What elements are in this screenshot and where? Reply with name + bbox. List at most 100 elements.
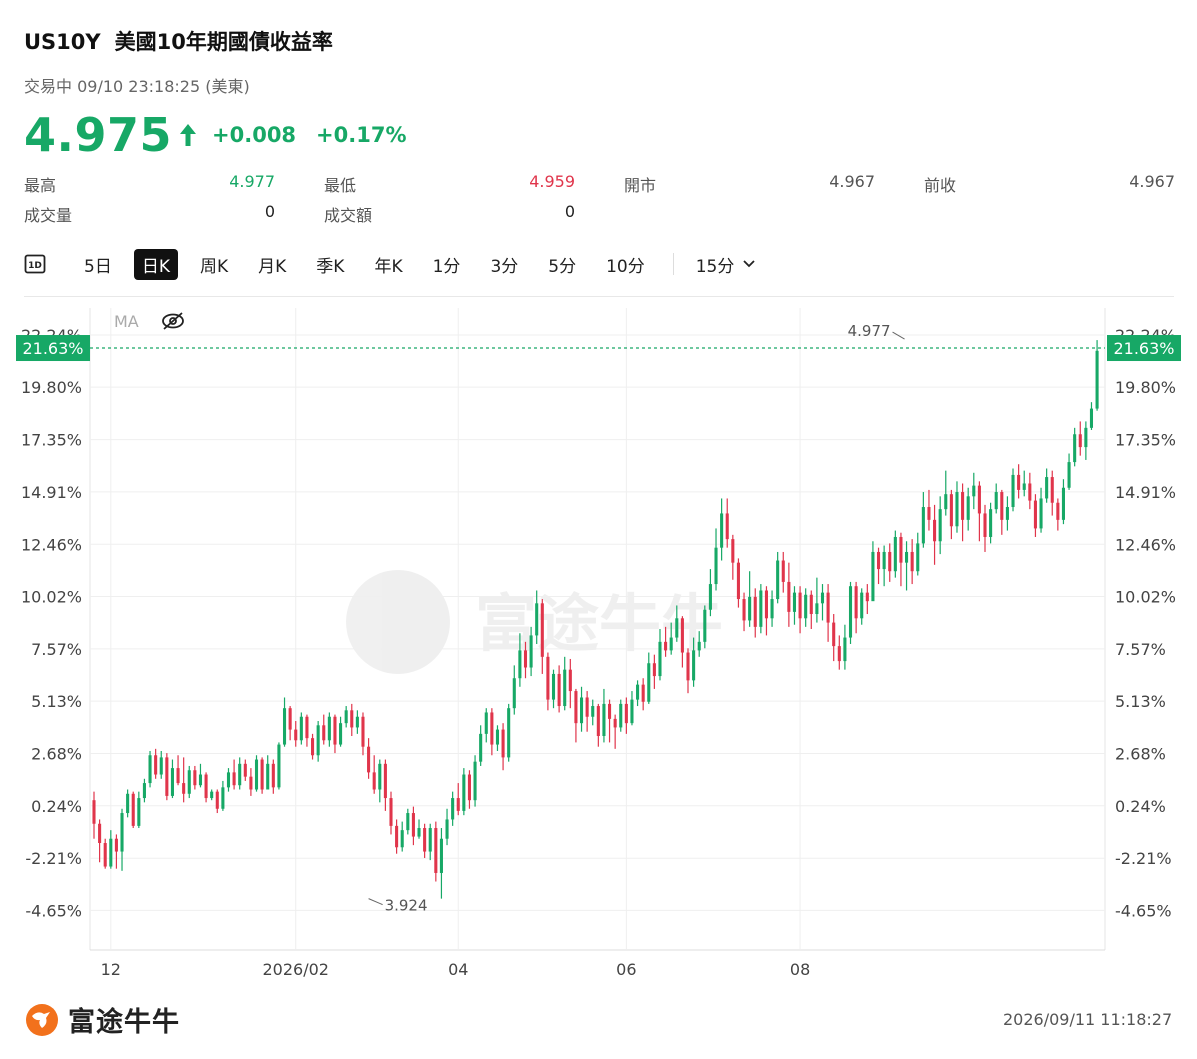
- tab-5d[interactable]: 5日: [76, 249, 120, 280]
- candle-body: [428, 828, 432, 852]
- candle-body: [972, 485, 976, 497]
- candle-body: [226, 772, 231, 788]
- stat-turnover-value: 0: [564, 202, 575, 221]
- chevron-down-icon: [743, 260, 756, 268]
- candle-body: [927, 507, 931, 520]
- tab-week-k[interactable]: 周K: [192, 249, 236, 280]
- candle-body: [529, 635, 533, 668]
- candle-body: [546, 656, 550, 700]
- y-tick-label-right: 14.91%: [1115, 483, 1176, 502]
- candle-body: [288, 708, 292, 730]
- candle-body: [344, 710, 348, 724]
- candle-body: [955, 492, 959, 527]
- instrument-name: 美國10年期國債收益率: [114, 30, 333, 54]
- candle-body: [311, 738, 315, 756]
- eye-slash-icon[interactable]: [160, 310, 186, 332]
- candle-body: [518, 650, 522, 679]
- candle-body: [837, 646, 841, 662]
- stat-high-label: 最高: [24, 176, 57, 195]
- futu-logo-icon: [26, 1003, 58, 1036]
- candle-body: [860, 592, 864, 619]
- candle-body: [484, 712, 488, 734]
- candle-body: [1033, 500, 1037, 529]
- candle-body: [126, 793, 130, 814]
- tab-15min-dropdown[interactable]: 15分: [688, 249, 765, 280]
- arrow-up-icon: [180, 124, 197, 146]
- candle-body: [439, 838, 443, 873]
- tab-month-k[interactable]: 月K: [250, 249, 294, 280]
- x-tick-label: 06: [616, 960, 636, 979]
- tab-day-k[interactable]: 日K: [133, 248, 178, 280]
- tab-year-k[interactable]: 年K: [366, 249, 410, 280]
- tab-quarter-k[interactable]: 季K: [308, 249, 352, 280]
- candle-body: [249, 776, 253, 790]
- candle-body: [585, 697, 589, 717]
- candle-body: [792, 592, 797, 612]
- candle-body: [490, 712, 494, 745]
- candle-body: [299, 716, 303, 741]
- y-tick-label-left: 2.68%: [31, 745, 82, 764]
- candle-body: [731, 539, 735, 563]
- candle-body: [204, 774, 208, 799]
- candle-body: [277, 744, 281, 788]
- candle-body: [613, 718, 617, 728]
- tab-10min[interactable]: 10分: [598, 249, 653, 280]
- candle-body: [260, 759, 264, 790]
- candle-body: [1028, 483, 1032, 501]
- candle-body: [445, 819, 449, 839]
- intraday-1d-label: 1D: [28, 261, 42, 271]
- last-price: 4.975: [24, 108, 173, 162]
- candle-body: [848, 586, 853, 638]
- candle-body: [1000, 492, 1004, 520]
- candle-body: [92, 800, 96, 824]
- tab-5min[interactable]: 5分: [540, 249, 584, 280]
- y-tick-label-right: 19.80%: [1115, 378, 1176, 397]
- candle-body: [770, 599, 774, 619]
- y-tick-label-right: 12.46%: [1115, 535, 1176, 554]
- stat-volume-label: 成交量: [24, 206, 73, 225]
- indicator-ma-label[interactable]: MA: [114, 312, 139, 331]
- candle-body: [266, 763, 270, 790]
- candle-body: [843, 637, 847, 662]
- candle-body: [636, 684, 640, 700]
- candle-body: [327, 716, 331, 741]
- candle-body: [1022, 483, 1026, 490]
- intraday-1d-icon[interactable]: 1D: [24, 253, 46, 275]
- candle-body: [989, 509, 993, 537]
- candle-body: [916, 543, 920, 572]
- tab-1min[interactable]: 1分: [425, 249, 469, 280]
- candle-body: [826, 592, 830, 623]
- annotation-leader: [368, 898, 383, 906]
- y-tick-label-right: 2.68%: [1115, 745, 1166, 764]
- candle-body: [456, 798, 460, 811]
- candlestick-chart[interactable]: 富途牛牛 22.24%22.24%19.80%19.80%17.35%17.35…: [0, 300, 1197, 990]
- candle-body: [137, 798, 141, 826]
- candle-body: [451, 798, 455, 820]
- candle-body: [243, 763, 247, 777]
- candle-body: [400, 830, 404, 848]
- price-row: 4.975 +0.008 +0.17%: [24, 108, 427, 162]
- candle-body: [921, 507, 925, 544]
- candle-body: [1039, 498, 1043, 529]
- tab-3min[interactable]: 3分: [482, 249, 526, 280]
- candle-body: [176, 768, 180, 784]
- candle-body: [983, 513, 987, 537]
- candle-body: [411, 813, 415, 837]
- candle-body: [944, 494, 948, 510]
- candle-body: [899, 536, 903, 563]
- stat-turnover-label: 成交額: [324, 206, 373, 225]
- candle-body: [316, 725, 320, 756]
- candle-body: [557, 673, 561, 707]
- candle-body: [271, 763, 275, 788]
- stat-high-value: 4.977: [229, 172, 275, 191]
- candle-body: [961, 492, 965, 520]
- candle-body: [938, 509, 942, 542]
- candle-body: [781, 560, 785, 582]
- stat-low-label: 最低: [324, 176, 357, 195]
- y-tick-label-left: 10.02%: [21, 587, 82, 606]
- y-tick-label-right: 10.02%: [1115, 587, 1176, 606]
- candle-body: [1089, 408, 1094, 428]
- candle-body: [798, 592, 802, 619]
- price-change: +0.008: [212, 123, 297, 147]
- y-tick-label-left: 19.80%: [21, 378, 82, 397]
